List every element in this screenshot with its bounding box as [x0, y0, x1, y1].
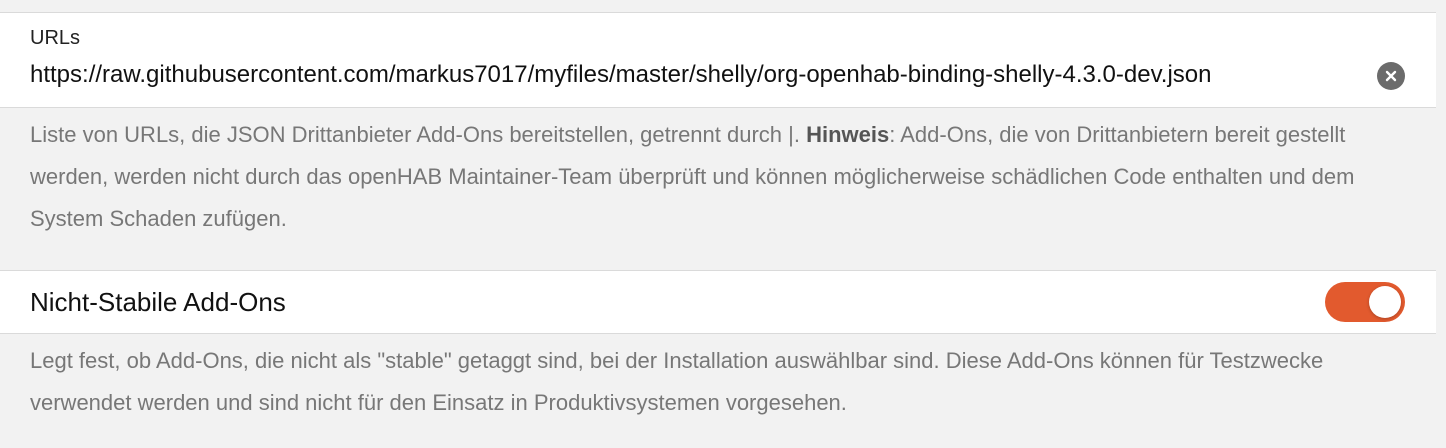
urls-label: URLs: [30, 27, 81, 49]
urls-description-note: Hinweis: [806, 122, 890, 147]
urls-description: Liste von URLs, die JSON Drittanbieter A…: [30, 114, 1420, 240]
toggle-knob: [1369, 286, 1401, 318]
urls-input[interactable]: [30, 57, 1378, 93]
unstable-addons-card: Nicht-Stabile Add-Ons: [0, 270, 1436, 334]
urls-field-card: URLs: [0, 12, 1436, 108]
urls-description-prefix: Liste von URLs, die JSON Drittanbieter A…: [30, 122, 807, 147]
unstable-addons-description: Legt fest, ob Add-Ons, die nicht als "st…: [30, 348, 1324, 415]
unstable-addons-toggle[interactable]: [1325, 282, 1405, 322]
x-mark-icon: [1385, 70, 1397, 82]
clear-icon[interactable]: [1377, 62, 1405, 90]
unstable-addons-label: Nicht-Stabile Add-Ons: [30, 287, 286, 317]
